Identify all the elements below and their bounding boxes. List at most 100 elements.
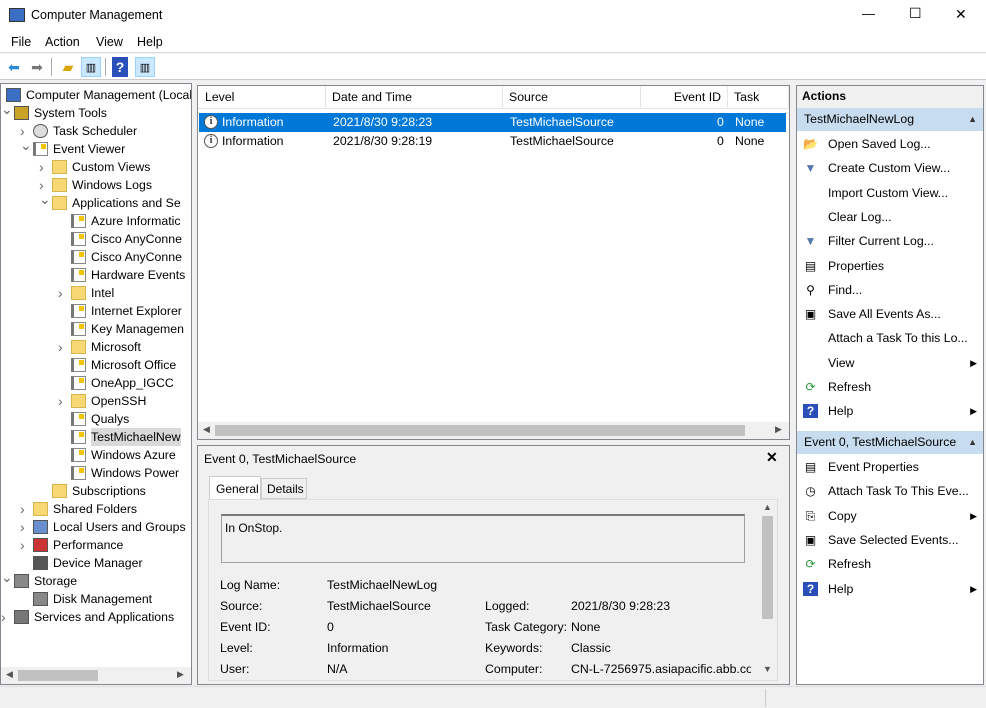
tree-item[interactable]: › OpenSSH xyxy=(1,392,191,410)
action-item[interactable]: ⚲ Find... xyxy=(797,278,983,302)
maximize-button[interactable]: ☐ xyxy=(909,5,922,22)
action-item[interactable]: ? Help ▶ xyxy=(797,399,983,423)
tree-item[interactable]: Windows Power xyxy=(1,464,191,482)
tree-item[interactable]: › Performance xyxy=(1,536,191,554)
tree-item[interactable]: Cisco AnyConne xyxy=(1,248,191,266)
up-folder-icon[interactable]: ▰ xyxy=(58,57,78,77)
collapse-arrow-icon[interactable]: ⌄ xyxy=(20,136,32,154)
show-hide-console-tree-icon[interactable]: ▥ xyxy=(81,57,101,77)
action-item[interactable]: Clear Log... xyxy=(797,205,983,229)
column-source[interactable]: Source xyxy=(503,86,641,108)
tree-item-label: Windows Power xyxy=(91,466,180,480)
tree-item[interactable]: Subscriptions xyxy=(1,482,191,500)
tree-item[interactable]: Disk Management xyxy=(1,590,191,608)
tree-item[interactable]: Azure Informatic xyxy=(1,212,191,230)
tree-item[interactable]: › Services and Applications xyxy=(1,608,191,626)
tree-item[interactable]: › Local Users and Groups xyxy=(1,518,191,536)
action-item[interactable]: Attach a Task To this Lo... xyxy=(797,326,983,350)
expand-arrow-icon[interactable]: › xyxy=(58,284,68,302)
action-item[interactable]: ▤ Event Properties xyxy=(797,455,983,479)
scrollbar-thumb[interactable] xyxy=(18,670,98,681)
expand-arrow-icon[interactable]: › xyxy=(39,158,49,176)
column-event-id[interactable]: Event ID xyxy=(641,86,728,108)
event-row[interactable]: i Information 2021/8/30 9:28:19 TestMich… xyxy=(199,132,786,151)
tree-item[interactable]: Qualys xyxy=(1,410,191,428)
tree-item[interactable]: ⌄ Event Viewer xyxy=(1,137,191,158)
expand-arrow-icon[interactable]: › xyxy=(58,338,68,356)
horizontal-scrollbar[interactable]: ◀ ▶ xyxy=(198,422,789,439)
menu-action[interactable]: Action xyxy=(45,35,80,49)
tree-item-label: Azure Informatic xyxy=(91,214,181,228)
toolbar-separator xyxy=(105,58,106,76)
tree-item[interactable]: › Microsoft xyxy=(1,338,191,356)
minimize-button[interactable]: — xyxy=(862,6,875,21)
collapse-arrow-icon[interactable]: ⌄ xyxy=(1,568,13,586)
action-item[interactable]: ? Help ▶ xyxy=(797,577,983,601)
tree-item[interactable]: OneApp_IGCC xyxy=(1,374,191,392)
action-item[interactable]: ▣ Save All Events As... xyxy=(797,302,983,326)
tree-item[interactable]: Key Managemen xyxy=(1,320,191,338)
expand-arrow-icon[interactable]: › xyxy=(1,608,11,626)
action-item[interactable]: ⎘ Copy ▶ xyxy=(797,504,983,528)
tree-item[interactable]: › Intel xyxy=(1,284,191,302)
tree-item[interactable]: Hardware Events xyxy=(1,266,191,284)
action-item[interactable]: ▼ Create Custom View... xyxy=(797,156,983,180)
close-detail-icon[interactable]: ✕ xyxy=(766,449,778,466)
toolbar: ⬅ ➡ ▰ ▥ ? ▥ xyxy=(0,54,986,80)
vertical-scrollbar[interactable]: ▲ ▼ xyxy=(759,500,776,680)
collapse-arrow-icon[interactable]: ⌄ xyxy=(39,190,51,208)
column-date-time[interactable]: Date and Time xyxy=(326,86,503,108)
log-icon xyxy=(33,142,48,156)
action-item[interactable]: Import Custom View... xyxy=(797,181,983,205)
horizontal-scrollbar[interactable]: ◀ ▶ xyxy=(1,667,191,684)
column-task-category[interactable]: Task Categ xyxy=(728,86,789,108)
action-item[interactable]: ⟳ Refresh xyxy=(797,552,983,576)
tree-item[interactable]: › Custom Views xyxy=(1,158,191,176)
tree-item[interactable]: ⌄ Applications and Se xyxy=(1,191,191,212)
menu-file[interactable]: File xyxy=(11,35,31,49)
action-item[interactable]: ▤ Properties xyxy=(797,254,983,278)
action-item[interactable]: ▣ Save Selected Events... xyxy=(797,528,983,552)
tree-item[interactable]: › Shared Folders xyxy=(1,500,191,518)
tree-item-label: Services and Applications xyxy=(34,610,175,624)
tab-general[interactable]: General xyxy=(209,476,261,500)
actions-section-event[interactable]: Event 0, TestMichaelSource ▲ xyxy=(797,431,983,454)
collapse-arrow-icon[interactable]: ⌄ xyxy=(1,100,13,118)
menu-view[interactable]: View xyxy=(96,35,123,49)
tree-item-label: Disk Management xyxy=(53,592,153,606)
collapse-icon[interactable]: ▲ xyxy=(968,108,977,131)
scrollbar-thumb[interactable] xyxy=(215,425,745,436)
forward-arrow-icon[interactable]: ➡ xyxy=(27,57,47,77)
action-item[interactable]: 📂 Open Saved Log... xyxy=(797,132,983,156)
back-arrow-icon[interactable]: ⬅ xyxy=(4,57,24,77)
action-item[interactable]: ▼ Filter Current Log... xyxy=(797,229,983,253)
actions-section-log[interactable]: TestMichaelNewLog ▲ xyxy=(797,108,983,131)
log-icon xyxy=(71,250,86,264)
expand-arrow-icon[interactable]: › xyxy=(20,500,30,518)
menu-help[interactable]: Help xyxy=(137,35,163,49)
close-button[interactable]: ✕ xyxy=(955,6,967,23)
expand-arrow-icon[interactable]: › xyxy=(58,392,68,410)
tree-item[interactable]: ⌄ System Tools xyxy=(1,101,191,122)
tree-item[interactable]: Computer Management (Local xyxy=(1,86,191,104)
show-hide-action-pane-icon[interactable]: ▥ xyxy=(135,57,155,77)
help-icon[interactable]: ? xyxy=(112,57,128,77)
tab-details[interactable]: Details xyxy=(261,478,307,499)
action-item[interactable]: View ▶ xyxy=(797,351,983,375)
action-item[interactable]: ◷ Attach Task To This Eve... xyxy=(797,479,983,503)
tree-item[interactable]: Device Manager xyxy=(1,554,191,572)
tree-item[interactable]: Cisco AnyConne xyxy=(1,230,191,248)
expand-arrow-icon[interactable]: › xyxy=(20,536,30,554)
tree-item[interactable]: Windows Azure xyxy=(1,446,191,464)
tree-item[interactable]: ⌄ Storage xyxy=(1,569,191,590)
event-row[interactable]: i Information 2021/8/30 9:28:23 TestMich… xyxy=(199,113,786,132)
tree-item[interactable]: Microsoft Office xyxy=(1,356,191,374)
expand-arrow-icon[interactable]: › xyxy=(20,518,30,536)
action-item[interactable]: ⟳ Refresh xyxy=(797,375,983,399)
tree-item[interactable]: Internet Explorer xyxy=(1,302,191,320)
tree-item[interactable]: TestMichaelNew xyxy=(1,428,191,446)
tree-item[interactable]: › Windows Logs xyxy=(1,176,191,194)
collapse-icon[interactable]: ▲ xyxy=(968,431,977,454)
scrollbar-thumb[interactable] xyxy=(762,516,773,619)
column-level[interactable]: Level xyxy=(199,86,326,108)
